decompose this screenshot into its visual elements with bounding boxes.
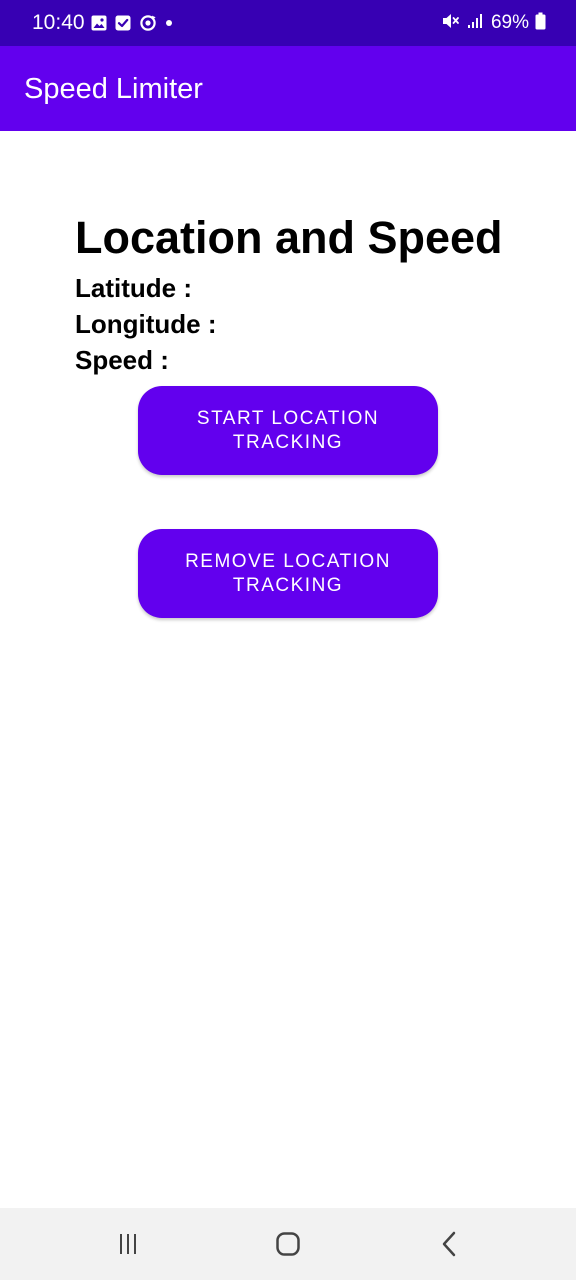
gallery-icon xyxy=(91,15,107,31)
status-bar: 10:40 69% xyxy=(0,0,576,46)
dot-icon xyxy=(165,19,173,27)
checkbox-icon xyxy=(115,15,131,31)
longitude-label: Longitude : xyxy=(75,309,217,339)
battery-percent: 69% xyxy=(490,12,529,33)
sync-icon xyxy=(139,14,157,32)
app-title: Speed Limiter xyxy=(24,73,203,105)
navigation-bar xyxy=(0,1208,576,1280)
status-right-icons: 69% xyxy=(441,11,546,35)
back-icon[interactable] xyxy=(430,1228,470,1260)
remove-location-tracking-button[interactable]: REMOVE LOCATION TRACKING xyxy=(138,529,438,618)
start-location-tracking-button[interactable]: START LOCATION TRACKING xyxy=(138,386,438,475)
app-bar: Speed Limiter xyxy=(0,46,576,131)
latitude-label: Latitude : xyxy=(75,273,192,303)
recents-icon[interactable] xyxy=(108,1228,148,1260)
status-left-icons xyxy=(91,12,173,34)
start-location-tracking-label: START LOCATION TRACKING xyxy=(196,407,380,453)
battery-icon xyxy=(535,12,546,35)
speed-label: Speed : xyxy=(75,345,169,375)
home-icon[interactable] xyxy=(268,1228,308,1260)
remove-location-tracking-label: REMOVE LOCATION TRACKING xyxy=(185,550,391,596)
status-time: 10:40 xyxy=(32,11,85,34)
mute-vibrate-icon xyxy=(441,12,461,35)
page-heading: Location and Speed xyxy=(75,212,503,263)
signal-icon xyxy=(467,13,485,34)
